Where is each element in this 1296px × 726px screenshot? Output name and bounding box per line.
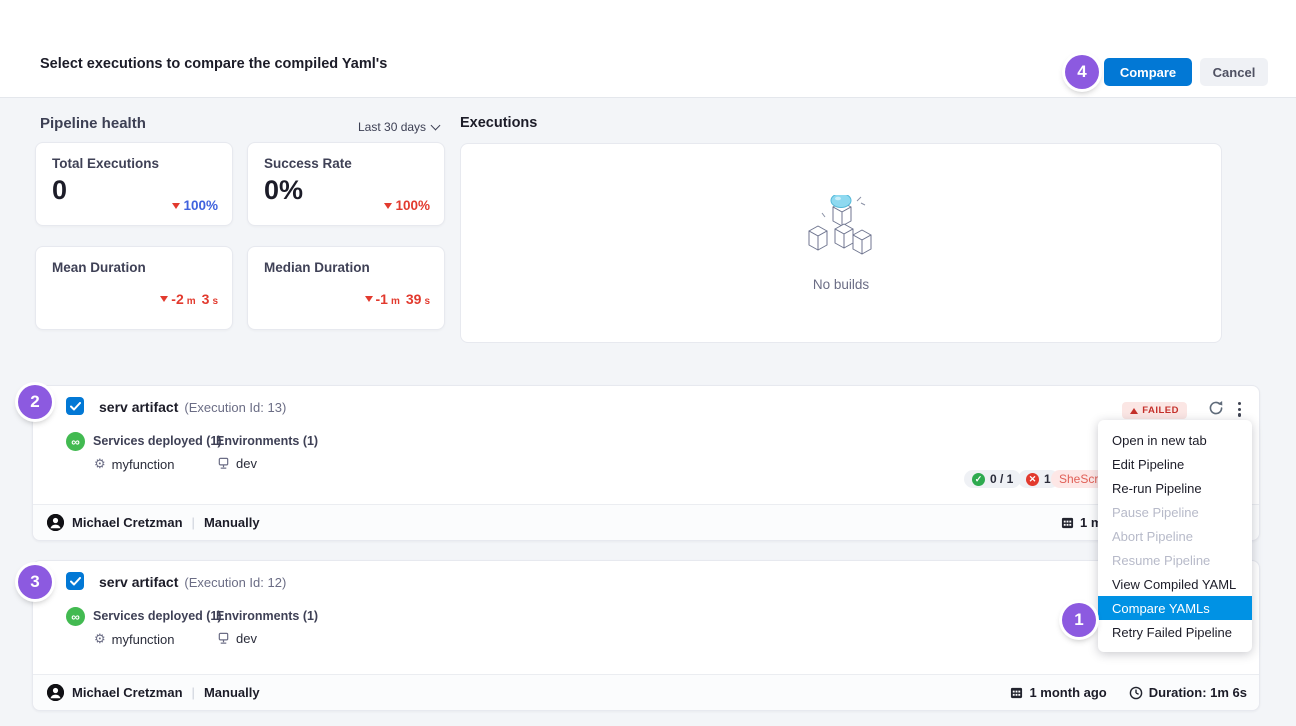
- calendar-icon: [1061, 516, 1074, 529]
- callout-badge-1: 1: [1062, 603, 1096, 637]
- execution-time-duration: 1 month ago Duration: 1m 6s: [1010, 685, 1247, 700]
- environment-icon: [217, 632, 230, 645]
- metric-card-mean-duration: Mean Duration -2m 3s: [35, 246, 233, 330]
- page-title: Select executions to compare the compile…: [40, 56, 387, 72]
- footer-separator: |: [192, 515, 195, 530]
- execution-footer: Michael Cretzman | Manually 1 mo: [33, 504, 1259, 540]
- executions-title: Executions: [460, 115, 537, 131]
- execution-title[interactable]: serv artifact (Execution Id: 12): [99, 574, 286, 590]
- menu-item-compare-yamls[interactable]: Compare YAMLs: [1098, 596, 1252, 620]
- execution-checkbox[interactable]: [66, 572, 84, 590]
- metric-title: Median Duration: [264, 260, 370, 275]
- pipeline-name: serv artifact: [99, 399, 178, 415]
- execution-duration: Duration: 1m 6s: [1149, 685, 1247, 700]
- menu-item-open-in-new-tab[interactable]: Open in new tab: [1098, 428, 1252, 452]
- gear-icon: ⚙: [94, 456, 106, 472]
- menu-item-pause-pipeline: Pause Pipeline: [1098, 500, 1252, 524]
- menu-item-rerun-pipeline[interactable]: Re-run Pipeline: [1098, 476, 1252, 500]
- date-range-select[interactable]: Last 30 days: [358, 120, 439, 134]
- cd-service-icon: ∞: [66, 432, 85, 451]
- execution-row-13[interactable]: serv artifact (Execution Id: 13) ∞ Servi…: [32, 385, 1260, 541]
- check-icon: [70, 402, 81, 411]
- pipeline-name: serv artifact: [99, 574, 178, 590]
- check-circle-icon: ✓: [972, 473, 985, 486]
- screen: Select executions to compare the compile…: [0, 0, 1296, 726]
- environment-value: dev: [217, 456, 257, 471]
- cancel-button[interactable]: Cancel: [1200, 58, 1268, 86]
- x-circle-icon: ✕: [1026, 473, 1039, 486]
- gear-icon: ⚙: [94, 631, 106, 647]
- menu-item-retry-failed-pipeline[interactable]: Retry Failed Pipeline: [1098, 620, 1252, 644]
- metric-title: Total Executions: [52, 156, 159, 171]
- menu-item-edit-pipeline[interactable]: Edit Pipeline: [1098, 452, 1252, 476]
- metric-value: 0: [52, 175, 67, 206]
- execution-id: (Execution Id: 13): [184, 400, 286, 415]
- refresh-icon[interactable]: [1207, 399, 1225, 422]
- trigger-type: Manually: [204, 515, 260, 530]
- metric-title: Success Rate: [264, 156, 352, 171]
- kebab-menu-icon[interactable]: [1234, 400, 1245, 419]
- environment-value: dev: [217, 631, 257, 646]
- pipeline-context-menu: Open in new tab Edit Pipeline Re-run Pip…: [1098, 420, 1252, 652]
- compare-button[interactable]: Compare: [1104, 58, 1192, 86]
- triangle-down-icon: [172, 203, 180, 209]
- execution-id: (Execution Id: 12): [184, 575, 286, 590]
- menu-item-abort-pipeline: Abort Pipeline: [1098, 524, 1252, 548]
- services-deployed-label: Services deployed (1): [93, 434, 222, 448]
- status-badge-failed: FAILED: [1122, 402, 1187, 419]
- metric-value: 0%: [264, 175, 303, 206]
- success-count-pill: ✓ 0 / 1: [964, 470, 1021, 488]
- warning-triangle-icon: [1130, 408, 1138, 414]
- triangle-down-icon: [160, 296, 168, 302]
- triangle-down-icon: [365, 296, 373, 302]
- header-bar: Select executions to compare the compile…: [0, 0, 1296, 97]
- environments-label: Environments (1): [216, 609, 318, 623]
- environments-label: Environments (1): [216, 434, 318, 448]
- avatar: [47, 684, 64, 701]
- callout-badge-4: 4: [1065, 55, 1099, 89]
- service-value: ⚙ myfunction: [94, 456, 175, 472]
- metric-delta: -1m 39s: [365, 291, 431, 307]
- executions-chart-panel: No builds: [460, 143, 1222, 343]
- execution-time: 1 month ago: [1029, 685, 1106, 700]
- metric-card-median-duration: Median Duration -1m 39s: [247, 246, 445, 330]
- callout-badge-2: 2: [18, 385, 52, 419]
- footer-separator: |: [192, 685, 195, 700]
- menu-item-resume-pipeline: Resume Pipeline: [1098, 548, 1252, 572]
- metric-delta: -2m 3s: [160, 291, 218, 307]
- trigger-type: Manually: [204, 685, 260, 700]
- execution-footer: Michael Cretzman | Manually 1 month ago …: [33, 674, 1259, 710]
- execution-title[interactable]: serv artifact (Execution Id: 13): [99, 399, 286, 415]
- triggered-by-user: Michael Cretzman: [72, 685, 183, 700]
- pipeline-health-title: Pipeline health: [40, 115, 146, 132]
- metric-delta: 100%: [384, 198, 430, 213]
- check-icon: [70, 577, 81, 586]
- services-deployed-label: Services deployed (1): [93, 609, 222, 623]
- metric-card-success-rate: Success Rate 0% 100%: [247, 142, 445, 226]
- no-builds-text: No builds: [813, 277, 869, 292]
- execution-checkbox[interactable]: [66, 397, 84, 415]
- environment-icon: [217, 457, 230, 470]
- service-value: ⚙ myfunction: [94, 631, 175, 647]
- metric-title: Mean Duration: [52, 260, 146, 275]
- cd-service-icon: ∞: [66, 607, 85, 626]
- calendar-icon: [1010, 686, 1023, 699]
- date-range-label: Last 30 days: [358, 120, 426, 134]
- triggered-by-user: Michael Cretzman: [72, 515, 183, 530]
- clock-icon: [1129, 686, 1143, 700]
- metric-delta: 100%: [172, 198, 218, 213]
- chevron-down-icon: [431, 121, 441, 131]
- no-builds-illustration: [795, 195, 887, 267]
- avatar: [47, 514, 64, 531]
- metric-card-total-executions: Total Executions 0 100%: [35, 142, 233, 226]
- triangle-down-icon: [384, 203, 392, 209]
- menu-item-view-compiled-yaml[interactable]: View Compiled YAML: [1098, 572, 1252, 596]
- callout-badge-3: 3: [18, 565, 52, 599]
